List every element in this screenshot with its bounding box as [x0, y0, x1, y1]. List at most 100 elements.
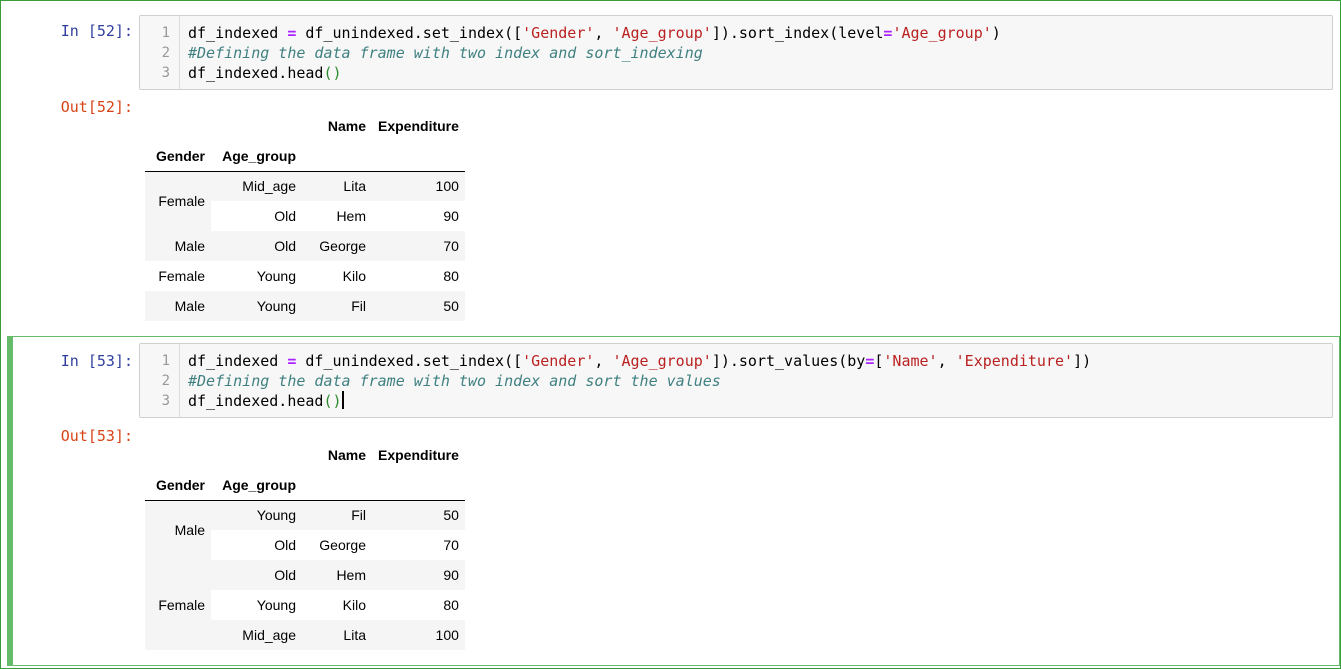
code-token: df_indexed: [188, 24, 288, 42]
code-editor[interactable]: 1 2 3 df_indexed = df_unindexed.set_inde…: [139, 15, 1333, 90]
index-level-age-group: Young: [211, 291, 302, 321]
cell-expenditure: 90: [372, 560, 465, 590]
notebook-cell-52[interactable]: In [52]: 1 2 3 df_indexed = df_unindexed…: [7, 7, 1340, 333]
line-number-gutter: 1 2 3: [140, 16, 180, 89]
cell-expenditure: 80: [443, 268, 459, 284]
table-row: Female Young Kilo 80: [145, 261, 465, 291]
index-level-gender: Female: [158, 268, 205, 284]
column-header: Expenditure: [378, 118, 459, 134]
index-name-header: Age_group: [211, 141, 302, 172]
index-name-row: Gender Age_group: [145, 470, 465, 501]
code-text: df_indexed.head: [188, 392, 324, 410]
column-header-row: Name Expenditure: [145, 440, 465, 470]
index-level-age-group: Mid_age: [211, 171, 302, 201]
in-prompt: In [53]:: [60, 352, 133, 370]
code-line-3: df_indexed.head(): [188, 63, 342, 83]
index-level-gender: Male: [145, 231, 211, 261]
cell-name: Lita: [302, 171, 372, 201]
line-number: 1: [161, 353, 170, 369]
code-string-token: 'Age_group': [892, 24, 992, 42]
line-number: 3: [161, 393, 170, 409]
index-level-age-group: Young: [256, 597, 296, 613]
table-row: Female Mid_age Lita 100: [145, 171, 465, 231]
code-parens: (): [323, 64, 342, 82]
cell-expenditure: 70: [372, 231, 465, 261]
code-string-token: 'Gender': [522, 24, 595, 42]
code-token: ]): [1073, 352, 1092, 370]
index-name-row: Gender Age_group: [145, 141, 465, 172]
cell-expenditure: 50: [372, 291, 465, 321]
cell-name: Kilo: [342, 268, 366, 284]
index-level-gender: Female: [145, 560, 211, 650]
notebook-cell-53-selected[interactable]: In [53]: 1 2 3 df_indexed = df_unindexed…: [7, 336, 1340, 666]
code-string-token: 'Name': [883, 352, 938, 370]
code-string-token: 'Age_group': [612, 24, 712, 42]
cell-expenditure: 100: [372, 620, 465, 650]
text-cursor: [341, 391, 344, 409]
code-token: df_unindexed.set_index([: [296, 352, 523, 370]
table-row: Male Young Fil 50: [145, 500, 465, 560]
code-token: ]).sort_index(level: [711, 24, 884, 42]
cell-name: Hem: [336, 208, 366, 224]
line-number: 2: [161, 45, 170, 61]
cell-expenditure: 100: [372, 171, 465, 201]
code-line-1: df_indexed = df_unindexed.set_index(['Ge…: [188, 23, 1001, 43]
code-string-token: 'Gender': [522, 352, 595, 370]
out-prompt: Out[53]:: [60, 427, 133, 445]
code-token: ]).sort_values(by: [711, 352, 866, 370]
code-line-2-comment: #Defining the data frame with two index …: [188, 372, 721, 390]
index-level-gender: Male: [145, 291, 211, 321]
cell-expenditure: 70: [443, 537, 459, 553]
column-header: Name: [327, 118, 366, 134]
index-name-header: Gender: [145, 470, 211, 501]
code-token: ,: [594, 352, 613, 370]
cell-expenditure: 80: [443, 597, 459, 613]
index-level-gender: Male: [145, 500, 211, 560]
out-prompt: Out[52]:: [60, 98, 133, 116]
line-number: 2: [161, 373, 170, 389]
code-token: ,: [937, 352, 956, 370]
cell-name: Hem: [302, 560, 372, 590]
cell-expenditure: 90: [443, 208, 459, 224]
cell-expenditure: 50: [372, 500, 465, 530]
index-level-age-group: Old: [211, 560, 302, 590]
dataframe-output: Name Expenditure Gender Age_group Male Young F…: [145, 440, 465, 650]
column-header: Name: [327, 447, 366, 463]
line-number: 1: [161, 25, 170, 41]
table-row: Female Old Hem 90: [145, 560, 465, 650]
code-line-1: df_indexed = df_unindexed.set_index(['Ge…: [188, 351, 1091, 371]
index-level-age-group: Old: [274, 208, 296, 224]
cell-name: Fil: [302, 291, 372, 321]
line-number: 3: [161, 65, 170, 81]
code-token: df_unindexed.set_index([: [296, 24, 523, 42]
index-level-age-group: Old: [211, 231, 302, 261]
index-level-age-group: Young: [211, 500, 302, 530]
code-token: df_indexed: [188, 352, 288, 370]
index-level-gender: Female: [145, 171, 211, 231]
column-header: Expenditure: [378, 447, 459, 463]
code-parens: (): [323, 392, 342, 410]
in-prompt: In [52]:: [60, 22, 133, 40]
code-line-3: df_indexed.head(): [188, 391, 344, 411]
line-number-gutter: 1 2 3: [140, 344, 180, 417]
index-level-age-group: Old: [274, 537, 296, 553]
code-string-token: 'Expenditure': [955, 352, 1074, 370]
code-token: ): [991, 24, 1001, 42]
index-name-header: Age_group: [211, 470, 302, 501]
cell-name: Fil: [302, 500, 372, 530]
code-line-2-comment: #Defining the data frame with two index …: [188, 44, 703, 62]
cell-name: George: [302, 231, 372, 261]
cell-name: Lita: [302, 620, 372, 650]
dataframe-output: Name Expenditure Gender Age_group Female Mid_…: [145, 111, 465, 321]
cell-name: George: [319, 537, 366, 553]
code-token: ,: [594, 24, 613, 42]
code-text: df_indexed.head: [188, 64, 324, 82]
index-level-age-group: Young: [256, 268, 296, 284]
cell-name: Kilo: [342, 597, 366, 613]
code-string-token: 'Age_group': [612, 352, 712, 370]
code-editor[interactable]: 1 2 3 df_indexed = df_unindexed.set_inde…: [139, 343, 1333, 418]
index-name-header: Gender: [145, 141, 211, 172]
column-header-row: Name Expenditure: [145, 111, 465, 141]
index-level-age-group: Mid_age: [211, 620, 302, 650]
table-row: Male Young Fil 50: [145, 291, 465, 321]
